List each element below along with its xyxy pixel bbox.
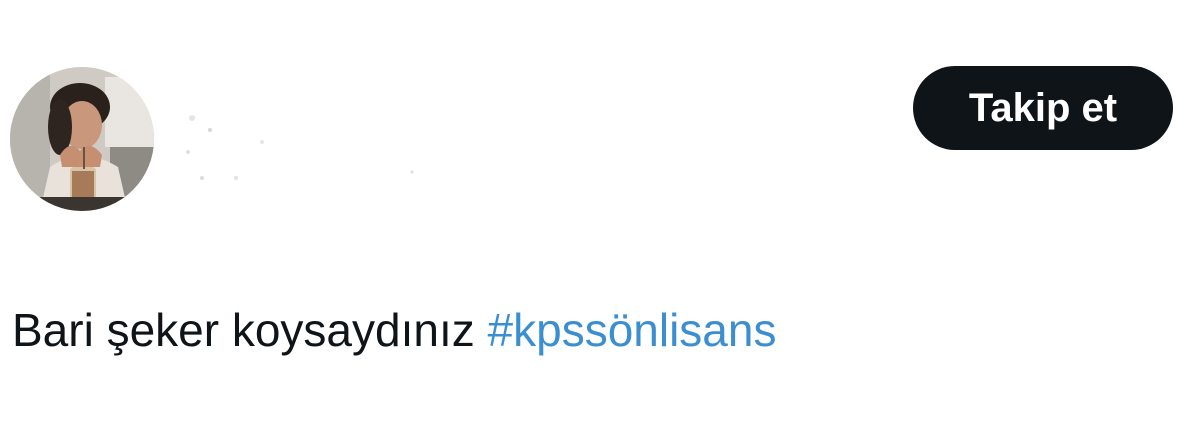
tweet-body: Bari şeker koysaydınız bbox=[12, 304, 488, 356]
follow-button[interactable]: Takip et bbox=[913, 66, 1173, 150]
profile-photo-icon bbox=[10, 67, 154, 211]
hashtag-link[interactable]: #kpssönlisans bbox=[488, 304, 777, 356]
tweet-card: Takip et Bari şeker koysaydınız #kpssönl… bbox=[0, 0, 1200, 445]
avatar[interactable] bbox=[10, 67, 154, 211]
tweet-text: Bari şeker koysaydınız #kpssönlisans bbox=[12, 300, 776, 360]
username-redacted bbox=[186, 115, 414, 180]
